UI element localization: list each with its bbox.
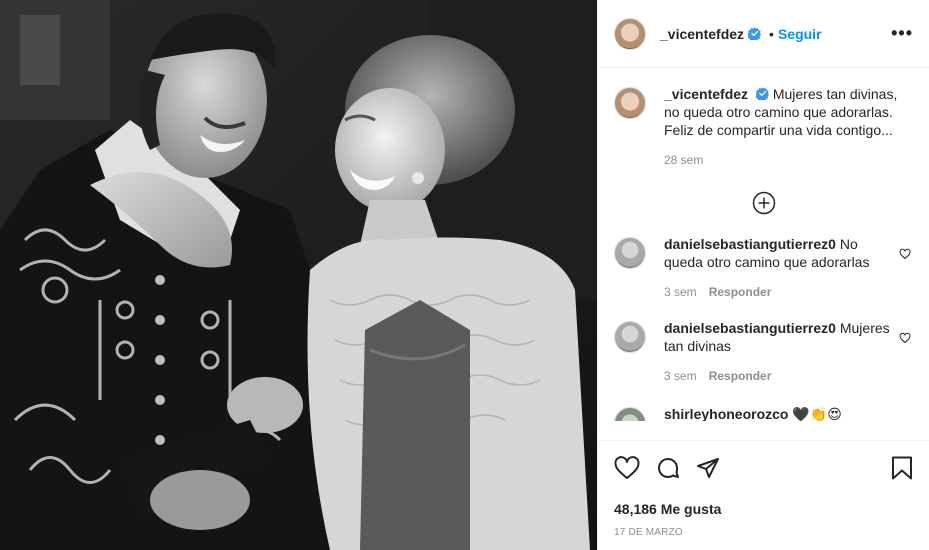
commenter-avatar[interactable] [614,237,646,269]
comments-list[interactable]: _vicentefdez Mujeres tan divinas, no que… [598,69,929,439]
more-options-icon[interactable]: ••• [891,23,913,44]
caption-time[interactable]: 28 sem [664,151,703,169]
comment-item: danielsebastiangutierrez0 Mujeres tan di… [614,319,913,385]
verified-badge-icon [748,27,762,40]
author-username[interactable]: _vicentefdez [660,26,744,42]
comment-username[interactable]: danielsebastiangutierrez0 [664,320,836,336]
post-photo[interactable] [0,0,597,550]
comment-like-heart-icon[interactable] [899,247,911,265]
comment-icon[interactable] [656,456,680,480]
instagram-post-modal: _vicentefdez • Seguir ••• _vicentefdez M… [0,0,929,550]
verified-badge-icon [755,87,769,100]
bookmark-icon[interactable] [891,456,913,480]
post-side-panel: _vicentefdez • Seguir ••• _vicentefdez M… [597,0,929,550]
comment-text: 🖤👏😍 [792,406,842,421]
separator-dot: • [769,25,774,42]
caption-avatar[interactable] [614,87,646,119]
author-avatar[interactable] [614,17,646,50]
likes-count[interactable]: 48,186 Me gusta [614,501,913,517]
commenter-avatar[interactable] [614,407,646,421]
load-more-comments-button[interactable] [614,191,913,215]
comment-username[interactable]: shirleyhoneorozco [664,406,788,421]
heart-icon[interactable] [614,456,640,480]
comment-username[interactable]: danielsebastiangutierrez0 [664,236,836,252]
action-icons-row [614,453,913,483]
reply-button[interactable]: Responder [709,283,772,301]
comment-time[interactable]: 3 sem [664,367,697,385]
caption: _vicentefdez Mujeres tan divinas, no que… [614,85,913,169]
add-comment-icon [752,191,775,215]
commenter-avatar[interactable] [614,321,646,353]
post-date[interactable]: 17 de marzo [614,527,913,538]
follow-button[interactable]: Seguir [778,26,822,42]
reply-button[interactable]: Responder [709,367,772,385]
share-icon[interactable] [696,456,720,480]
black-and-white-couple-photo [0,0,597,550]
post-actions: 48,186 Me gusta 17 de marzo [598,440,929,538]
comment-item: shirleyhoneorozco 🖤👏😍 [614,405,913,421]
comment-item: danielsebastiangutierrez0 No queda otro … [614,235,913,301]
comment-time[interactable]: 3 sem [664,283,697,301]
post-header: _vicentefdez • Seguir ••• [598,0,929,68]
caption-username[interactable]: _vicentefdez [664,86,748,102]
comment-like-heart-icon[interactable] [899,331,911,349]
